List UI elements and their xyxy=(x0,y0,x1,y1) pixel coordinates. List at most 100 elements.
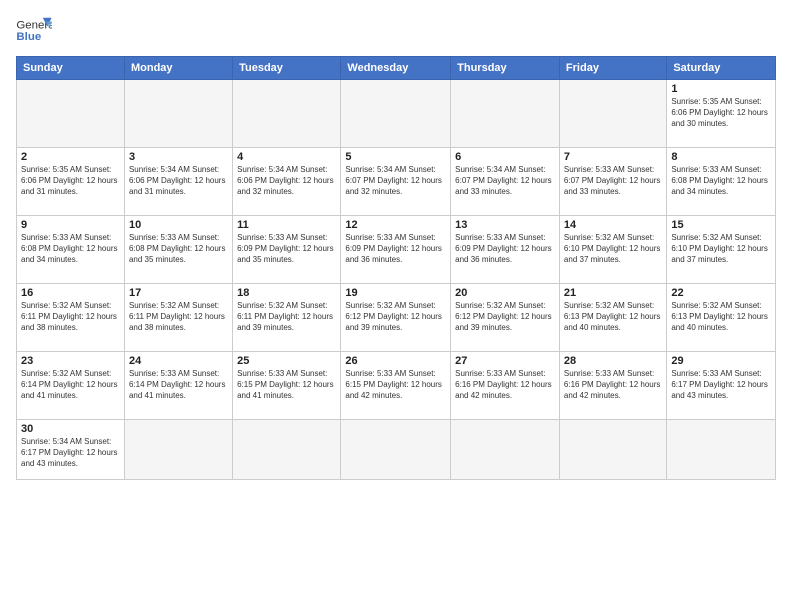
day-info: Sunrise: 5:33 AM Sunset: 6:08 PM Dayligh… xyxy=(671,165,771,197)
day-number: 19 xyxy=(345,287,446,299)
calendar-cell xyxy=(17,80,125,148)
day-number: 14 xyxy=(564,219,662,231)
calendar-cell: 11Sunrise: 5:33 AM Sunset: 6:09 PM Dayli… xyxy=(233,216,341,284)
calendar-cell: 15 Sunrise: 5:32 AM Sunset: 6:10 PM Dayli… xyxy=(667,216,776,284)
day-info: Sunrise: 5:34 AM Sunset: 6:06 PM Dayligh… xyxy=(129,165,228,197)
day-number: 24 xyxy=(129,355,228,367)
calendar-cell: 1 Sunrise: 5:35 AM Sunset: 6:06 PM Daylig… xyxy=(667,80,776,148)
calendar-cell: 20Sunrise: 5:32 AM Sunset: 6:12 PM Dayli… xyxy=(451,284,560,352)
calendar-cell: 3 Sunrise: 5:34 AM Sunset: 6:06 PM Daylig… xyxy=(124,148,232,216)
day-info: Sunrise: 5:33 AM Sunset: 6:09 PM Dayligh… xyxy=(455,233,555,265)
calendar-cell: 8 Sunrise: 5:33 AM Sunset: 6:08 PM Daylig… xyxy=(667,148,776,216)
day-number: 26 xyxy=(345,355,446,367)
calendar-cell: 23Sunrise: 5:32 AM Sunset: 6:14 PM Dayli… xyxy=(17,352,125,420)
day-number: 6 xyxy=(455,151,555,163)
day-info: Sunrise: 5:33 AM Sunset: 6:14 PM Dayligh… xyxy=(129,369,228,401)
calendar-cell xyxy=(124,420,232,480)
weekday-header-sunday: Sunday xyxy=(17,57,125,80)
calendar-cell xyxy=(341,80,451,148)
calendar-cell: 17Sunrise: 5:32 AM Sunset: 6:11 PM Dayli… xyxy=(124,284,232,352)
calendar-cell: 30Sunrise: 5:34 AM Sunset: 6:17 PM Dayli… xyxy=(17,420,125,480)
day-number: 18 xyxy=(237,287,336,299)
day-info: Sunrise: 5:33 AM Sunset: 6:09 PM Dayligh… xyxy=(345,233,446,265)
day-info: Sunrise: 5:32 AM Sunset: 6:10 PM Dayligh… xyxy=(564,233,662,265)
calendar-cell xyxy=(559,420,666,480)
day-number: 27 xyxy=(455,355,555,367)
day-info: Sunrise: 5:34 AM Sunset: 6:07 PM Dayligh… xyxy=(345,165,446,197)
calendar-cell: 14 Sunrise: 5:32 AM Sunset: 6:10 PM Dayli… xyxy=(559,216,666,284)
day-number: 7 xyxy=(564,151,662,163)
calendar-cell xyxy=(233,80,341,148)
day-info: Sunrise: 5:33 AM Sunset: 6:08 PM Dayligh… xyxy=(129,233,228,265)
day-number: 9 xyxy=(21,219,120,231)
calendar-cell xyxy=(341,420,451,480)
calendar-cell: 27 Sunrise: 5:33 AM Sunset: 6:16 PM Dayli… xyxy=(451,352,560,420)
day-number: 15 xyxy=(671,219,771,231)
weekday-header-row: SundayMondayTuesdayWednesdayThursdayFrid… xyxy=(17,57,776,80)
day-info: Sunrise: 5:35 AM Sunset: 6:06 PM Dayligh… xyxy=(671,97,771,129)
day-number: 12 xyxy=(345,219,446,231)
calendar-week-row: 16Sunrise: 5:32 AM Sunset: 6:11 PM Dayli… xyxy=(17,284,776,352)
calendar-week-row: 23Sunrise: 5:32 AM Sunset: 6:14 PM Dayli… xyxy=(17,352,776,420)
calendar-cell: 25 Sunrise: 5:33 AM Sunset: 6:15 PM Dayli… xyxy=(233,352,341,420)
calendar-cell: 12 Sunrise: 5:33 AM Sunset: 6:09 PM Dayli… xyxy=(341,216,451,284)
day-number: 22 xyxy=(671,287,771,299)
day-number: 11 xyxy=(237,219,336,231)
header: General Blue xyxy=(16,16,776,46)
day-number: 21 xyxy=(564,287,662,299)
logo: General Blue xyxy=(16,16,52,46)
day-number: 25 xyxy=(237,355,336,367)
day-info: Sunrise: 5:32 AM Sunset: 6:14 PM Dayligh… xyxy=(21,369,120,401)
day-info: Sunrise: 5:32 AM Sunset: 6:10 PM Dayligh… xyxy=(671,233,771,265)
calendar-cell: 21 Sunrise: 5:32 AM Sunset: 6:13 PM Dayli… xyxy=(559,284,666,352)
calendar-cell xyxy=(451,80,560,148)
page: General Blue SundayMondayTuesdayWednesda… xyxy=(0,0,792,612)
day-info: Sunrise: 5:33 AM Sunset: 6:16 PM Dayligh… xyxy=(455,369,555,401)
day-number: 1 xyxy=(671,83,771,95)
day-info: Sunrise: 5:33 AM Sunset: 6:16 PM Dayligh… xyxy=(564,369,662,401)
weekday-header-friday: Friday xyxy=(559,57,666,80)
day-number: 29 xyxy=(671,355,771,367)
calendar-cell xyxy=(667,420,776,480)
day-info: Sunrise: 5:33 AM Sunset: 6:08 PM Dayligh… xyxy=(21,233,120,265)
calendar-cell: 2Sunrise: 5:35 AM Sunset: 6:06 PM Daylig… xyxy=(17,148,125,216)
calendar-week-row: 2Sunrise: 5:35 AM Sunset: 6:06 PM Daylig… xyxy=(17,148,776,216)
weekday-header-thursday: Thursday xyxy=(451,57,560,80)
day-info: Sunrise: 5:32 AM Sunset: 6:13 PM Dayligh… xyxy=(671,301,771,333)
calendar-cell: 26 Sunrise: 5:33 AM Sunset: 6:15 PM Dayli… xyxy=(341,352,451,420)
day-number: 28 xyxy=(564,355,662,367)
calendar-cell: 7Sunrise: 5:33 AM Sunset: 6:07 PM Daylig… xyxy=(559,148,666,216)
weekday-header-tuesday: Tuesday xyxy=(233,57,341,80)
calendar-cell: 13Sunrise: 5:33 AM Sunset: 6:09 PM Dayli… xyxy=(451,216,560,284)
day-number: 3 xyxy=(129,151,228,163)
day-info: Sunrise: 5:32 AM Sunset: 6:12 PM Dayligh… xyxy=(455,301,555,333)
day-info: Sunrise: 5:35 AM Sunset: 6:06 PM Dayligh… xyxy=(21,165,120,197)
calendar-cell: 10 Sunrise: 5:33 AM Sunset: 6:08 PM Dayli… xyxy=(124,216,232,284)
calendar-cell: 4Sunrise: 5:34 AM Sunset: 6:06 PM Daylig… xyxy=(233,148,341,216)
calendar-week-row: 30Sunrise: 5:34 AM Sunset: 6:17 PM Dayli… xyxy=(17,420,776,480)
day-info: Sunrise: 5:32 AM Sunset: 6:11 PM Dayligh… xyxy=(237,301,336,333)
day-info: Sunrise: 5:32 AM Sunset: 6:11 PM Dayligh… xyxy=(129,301,228,333)
day-info: Sunrise: 5:33 AM Sunset: 6:15 PM Dayligh… xyxy=(345,369,446,401)
calendar-table: SundayMondayTuesdayWednesdayThursdayFrid… xyxy=(16,56,776,480)
calendar-cell xyxy=(559,80,666,148)
weekday-header-monday: Monday xyxy=(124,57,232,80)
day-number: 10 xyxy=(129,219,228,231)
day-info: Sunrise: 5:33 AM Sunset: 6:15 PM Dayligh… xyxy=(237,369,336,401)
calendar-cell xyxy=(233,420,341,480)
day-info: Sunrise: 5:32 AM Sunset: 6:13 PM Dayligh… xyxy=(564,301,662,333)
calendar-week-row: 1 Sunrise: 5:35 AM Sunset: 6:06 PM Daylig… xyxy=(17,80,776,148)
day-number: 8 xyxy=(671,151,771,163)
calendar-cell: 5 Sunrise: 5:34 AM Sunset: 6:07 PM Daylig… xyxy=(341,148,451,216)
weekday-header-saturday: Saturday xyxy=(667,57,776,80)
calendar-cell: 22 Sunrise: 5:32 AM Sunset: 6:13 PM Dayli… xyxy=(667,284,776,352)
day-number: 4 xyxy=(237,151,336,163)
calendar-cell: 6Sunrise: 5:34 AM Sunset: 6:07 PM Daylig… xyxy=(451,148,560,216)
day-number: 5 xyxy=(345,151,446,163)
svg-text:Blue: Blue xyxy=(16,31,41,43)
day-info: Sunrise: 5:32 AM Sunset: 6:12 PM Dayligh… xyxy=(345,301,446,333)
calendar-cell: 19 Sunrise: 5:32 AM Sunset: 6:12 PM Dayli… xyxy=(341,284,451,352)
calendar-week-row: 9 Sunrise: 5:33 AM Sunset: 6:08 PM Daylig… xyxy=(17,216,776,284)
calendar-cell: 18 Sunrise: 5:32 AM Sunset: 6:11 PM Dayli… xyxy=(233,284,341,352)
day-number: 30 xyxy=(21,423,120,435)
